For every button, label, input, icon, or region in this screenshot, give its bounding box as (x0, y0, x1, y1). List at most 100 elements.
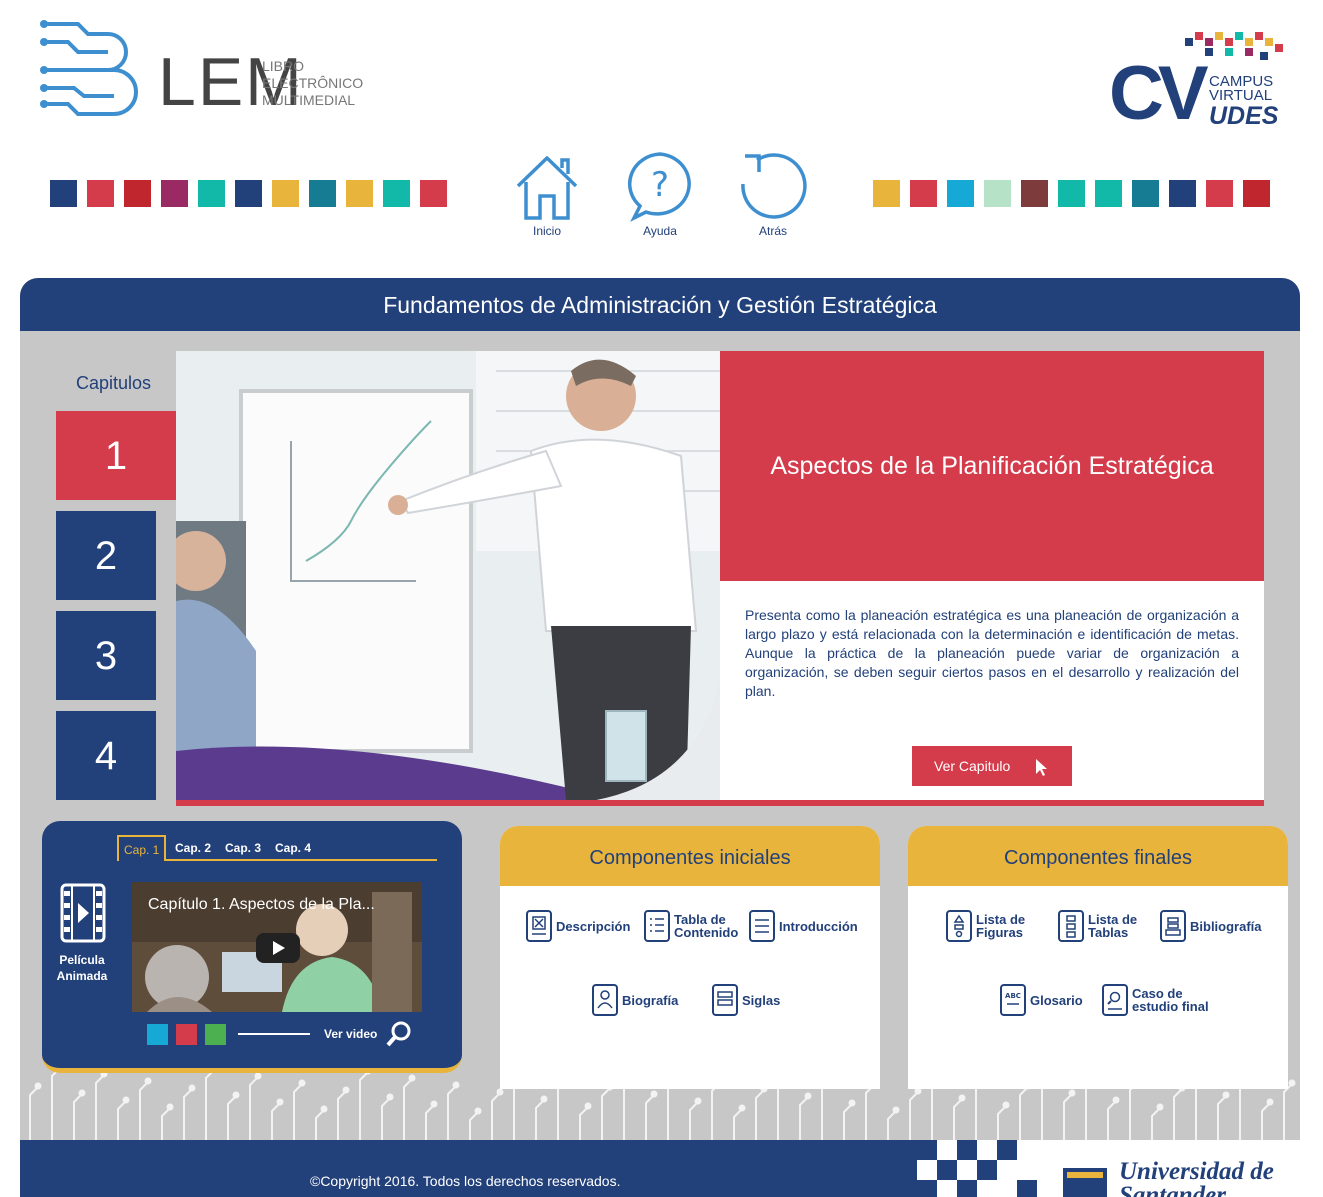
checker-pattern (917, 1140, 1057, 1197)
search-document-icon (1102, 984, 1128, 1016)
magnifier-icon[interactable] (385, 1020, 413, 1048)
color-swatch (910, 180, 937, 207)
color-swatch (947, 180, 974, 207)
final-components-title: Componentes finales (908, 826, 1288, 886)
lem-subtitle-line-3: MULTIMEDIAL (262, 92, 356, 108)
chapters-label: Capitulos (76, 373, 152, 393)
back-button[interactable]: Atrás (733, 150, 813, 238)
glossary-link[interactable]: ABC Glosario (1000, 984, 1083, 1016)
chapter-title: Aspectos de la Planificación Estratégica (720, 351, 1264, 581)
table-of-contents-link[interactable]: Tabla de Contenido (644, 910, 744, 942)
figures-list-label: Lista de Figuras (976, 912, 1026, 940)
page: LEM LIBRO ELECTRÔNICO MULTIMEDIAL CV CAM… (0, 0, 1323, 1197)
video-player[interactable]: Capítulo 1. Aspectos de la Pla... (132, 882, 422, 1012)
university-name: Universidad de Santander (1119, 1158, 1274, 1197)
abc-icon: ABC (1000, 984, 1026, 1016)
lem-subtitle: LIBRO ELECTRÔNICO MULTIMEDIAL (262, 58, 363, 109)
color-swatch (235, 180, 262, 207)
university-crest-icon (1063, 1168, 1107, 1197)
bibliography-label: Bibliografía (1190, 918, 1262, 934)
play-button[interactable] (256, 933, 300, 963)
book-panel: Fundamentos de Administración y Gestión … (20, 278, 1300, 1140)
biography-link[interactable]: Biografía (592, 984, 678, 1016)
color-square-cyan (147, 1023, 168, 1045)
animated-film-card: Cap. 1 Cap. 2 Cap. 3 Cap. 4 Película Ani… (42, 821, 462, 1073)
view-video-link[interactable]: Ver video (324, 1027, 377, 1041)
initial-components-title: Componentes iniciales (500, 826, 880, 886)
color-swatch (420, 180, 447, 207)
book-title: Fundamentos de Administración y Gestión … (20, 278, 1300, 331)
chapter-2-button[interactable]: 2 (56, 511, 156, 600)
chapter-3-button[interactable]: 3 (56, 611, 156, 700)
book-stack-icon (1160, 910, 1186, 942)
lem-logo[interactable]: LEM LIBRO ELECTRÔNICO MULTIMEDIAL (38, 18, 368, 122)
tables-list-link[interactable]: Lista de Tablas (1058, 910, 1140, 942)
video-tab-cap-3[interactable]: Cap. 3 (225, 841, 261, 855)
figures-icon (946, 910, 972, 942)
color-swatch (50, 180, 77, 207)
video-tab-cap-4[interactable]: Cap. 4 (275, 841, 311, 855)
lem-subtitle-line-2: ELECTRÔNICO (262, 75, 364, 91)
view-chapter-button[interactable]: Ver Capitulo (912, 746, 1072, 786)
final-case-study-label: Caso de estudio final (1132, 986, 1209, 1014)
view-chapter-label: Ver Capitulo (934, 758, 1011, 774)
video-footer: Ver video (147, 1020, 413, 1048)
color-square-green (205, 1023, 226, 1045)
color-swatches-right (873, 180, 1270, 207)
introduction-link[interactable]: Introducción (749, 910, 858, 942)
help-icon: ? (628, 152, 691, 222)
home-label: Inicio (532, 224, 561, 238)
cursor-click-icon (1036, 759, 1047, 776)
description-link[interactable]: Descripción (526, 910, 630, 942)
color-swatch (87, 180, 114, 207)
bibliography-link[interactable]: Bibliografía (1160, 910, 1262, 942)
feature-underline (176, 800, 1264, 806)
video-tab-cap-2[interactable]: Cap. 2 (175, 841, 211, 855)
chapter-4-button[interactable]: 4 (56, 711, 156, 800)
color-swatch (1243, 180, 1270, 207)
undo-arrow-icon (741, 153, 807, 219)
cv-wordmark: CV (1109, 51, 1209, 136)
color-swatch (1206, 180, 1233, 207)
animated-film-label: Película Animada (56, 953, 108, 983)
home-icon (516, 156, 578, 220)
back-label: Atrás (758, 224, 787, 238)
chapter-description: Presenta como la planeación estratégica … (745, 607, 1239, 699)
cv-subtitle-line-2: VIRTUAL (1209, 87, 1273, 104)
chapter-feature: Aspectos de la Planificación Estratégica… (176, 351, 1264, 806)
introduction-label: Introducción (779, 918, 858, 934)
svg-text:?: ? (651, 165, 669, 205)
university-logo[interactable]: Universidad de Santander (1057, 1140, 1300, 1197)
film-strip-icon (60, 883, 106, 943)
biography-label: Biografía (622, 992, 679, 1008)
play-icon (273, 941, 285, 955)
person-icon (592, 984, 618, 1016)
color-swatch (346, 180, 373, 207)
color-swatch (1169, 180, 1196, 207)
final-components-card: Componentes finales Lista de Figuras Lis… (908, 826, 1288, 1089)
help-button[interactable]: ? Ayuda (620, 150, 700, 238)
home-button[interactable]: Inicio (507, 150, 587, 238)
color-swatch (383, 180, 410, 207)
acronyms-link[interactable]: Siglas (712, 984, 780, 1016)
circuit-b-icon (40, 20, 138, 116)
color-swatch (1021, 180, 1048, 207)
text-lines-icon (749, 910, 775, 942)
campus-virtual-logo[interactable]: CV CAMPUS VIRTUAL UDES (1105, 30, 1285, 136)
color-swatch (124, 180, 151, 207)
cv-udes: UDES (1209, 102, 1279, 130)
document-x-icon (526, 910, 552, 942)
video-tab-cap-1[interactable]: Cap. 1 (117, 835, 167, 861)
presentation-photo (176, 351, 720, 800)
final-case-study-link[interactable]: Caso de estudio final (1102, 984, 1212, 1016)
video-chapter-tabs: Cap. 1 Cap. 2 Cap. 3 Cap. 4 (117, 835, 437, 861)
color-square-red (176, 1023, 197, 1045)
color-swatch (873, 180, 900, 207)
footer: ©Copyright 2016. Todos los derechos rese… (20, 1140, 1300, 1197)
color-swatch (309, 180, 336, 207)
figures-list-link[interactable]: Lista de Figuras (946, 910, 1028, 942)
lem-subtitle-line-1: LIBRO (262, 58, 305, 74)
chapter-1-button[interactable]: 1 (56, 411, 176, 500)
keyboard-icon (712, 984, 738, 1016)
color-swatch (272, 180, 299, 207)
